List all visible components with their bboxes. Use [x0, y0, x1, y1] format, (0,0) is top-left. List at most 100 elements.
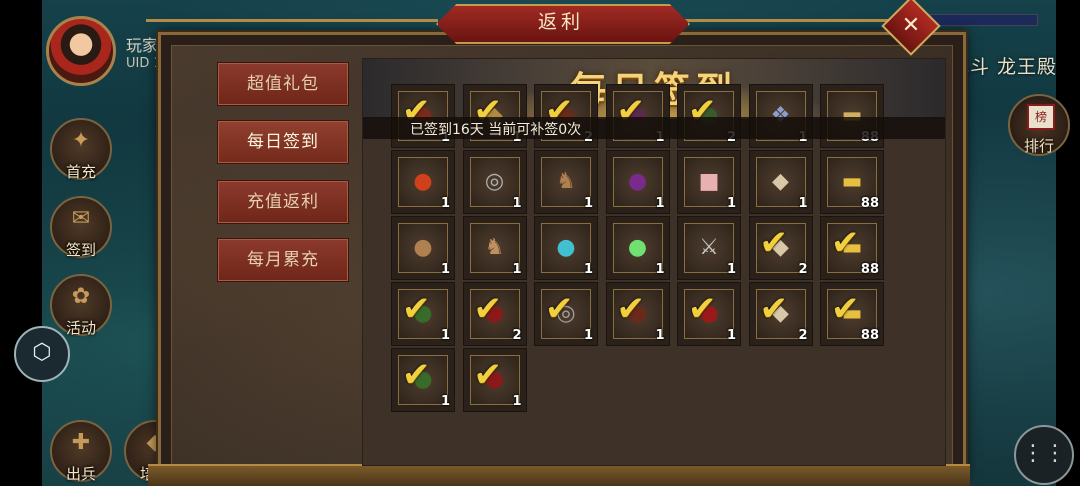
reward-cell[interactable]: ● 1	[605, 150, 670, 214]
reward-count: 1	[440, 394, 450, 409]
reward-cell[interactable]: ♞ 1	[534, 150, 598, 214]
player-uid: UID 1	[126, 56, 162, 71]
reward-cell[interactable]: ●✔1	[391, 348, 455, 412]
left-letterbox	[0, 0, 42, 486]
rank-label: 排行	[1023, 137, 1054, 155]
reward-count: 1	[512, 262, 522, 277]
claimed-check-icon: ✔	[402, 289, 431, 329]
reward-count: 1	[726, 196, 736, 211]
claimed-check-icon: ✔	[831, 289, 860, 329]
reward-count: 88	[860, 262, 879, 277]
reward-cell[interactable]: ●✔1	[462, 348, 527, 412]
reward-count: 1	[655, 196, 665, 211]
reward-cell[interactable]: ◎ ✔ 1	[534, 282, 598, 346]
first-charge-icon: ✦	[71, 128, 91, 153]
reward-cell[interactable]: ◆ ✔ 2	[748, 282, 813, 346]
reward-cell[interactable]: ●✔2	[462, 282, 527, 346]
activity-button[interactable]: ✿ 活动	[50, 274, 112, 337]
reward-count: 2	[798, 262, 808, 277]
reward-cell[interactable]: ◆ 1	[748, 150, 813, 214]
reward-item-icon: ⚔	[699, 235, 719, 260]
deploy-button[interactable]: ✚ 出兵	[50, 420, 112, 483]
title-divider-right	[684, 19, 894, 22]
right-letterbox	[1056, 0, 1080, 486]
player-avatar[interactable]	[46, 16, 116, 86]
claimed-check-icon: ✔	[759, 223, 789, 263]
sign-in-icon: ✉	[71, 206, 91, 231]
reward-count: 1	[512, 196, 522, 211]
dialog-bottom-trim	[148, 464, 970, 486]
tab-recharge-rebate[interactable]: 充值返利	[217, 180, 349, 224]
reward-cell[interactable]: ● 1	[391, 150, 455, 214]
claimed-check-icon: ✔	[545, 289, 574, 329]
title-divider-left	[146, 19, 438, 22]
menu-icon[interactable]: ⋮⋮	[1014, 425, 1074, 485]
reward-count: 1	[726, 262, 736, 277]
player-name: 玩家	[126, 36, 159, 55]
reward-item-icon: ●	[627, 235, 648, 260]
reward-count: 1	[440, 196, 450, 211]
reward-cell[interactable]: ♞ 1	[462, 216, 527, 280]
player-info[interactable]: 玩家 UID 1	[46, 16, 176, 86]
location-text: 乱斗 龙王殿	[950, 56, 1058, 78]
deploy-icon: ✚	[71, 430, 91, 455]
sign-in-status: 已签到16天 当前可补签0次	[410, 122, 582, 138]
reward-count: 1	[798, 196, 808, 211]
reward-cell[interactable]: ◆ ✔ 2	[748, 216, 813, 280]
reward-cell[interactable]: ● 1	[605, 216, 670, 280]
reward-cell[interactable]: ■ 1	[677, 150, 741, 214]
claimed-check-icon: ✔	[831, 223, 860, 263]
reward-count: 1	[512, 394, 522, 409]
dialog-title: 返利	[537, 11, 584, 33]
reward-cell[interactable]: ▬88	[820, 150, 884, 214]
reward-item-icon: ■	[698, 169, 720, 194]
reward-cell[interactable]: ●✔1	[677, 282, 741, 346]
rank-button[interactable]: 榜 排行	[1008, 94, 1070, 156]
reward-count: 1	[583, 328, 593, 343]
tab-value-pack[interactable]: 超值礼包	[217, 62, 349, 106]
reward-count: 1	[726, 328, 736, 343]
reward-cell[interactable]: ● 1	[391, 216, 455, 280]
reward-cell[interactable]: ◎ 1	[462, 150, 527, 214]
reward-count: 2	[798, 328, 808, 343]
first-charge-label: 首充	[65, 163, 96, 181]
first-charge-button[interactable]: ✦ 首充	[50, 118, 112, 181]
reward-count: 1	[655, 262, 665, 277]
reward-item-icon: ♞	[484, 235, 505, 260]
claimed-check-icon: ✔	[473, 355, 503, 395]
reward-count: 1	[583, 262, 593, 277]
sign-in-label: 签到	[65, 241, 96, 259]
deploy-label: 出兵	[65, 465, 96, 483]
tab-daily-sign-in[interactable]: 每日签到	[217, 120, 349, 164]
reward-count: 1	[655, 328, 665, 343]
sign-in-panel: 每日签到 ●✔1◆✔1●✔2●✔1●✔2❖1▬88●1◎1♞1●1■1◆1▬88…	[362, 58, 946, 466]
reward-count: 2	[512, 328, 522, 343]
reward-item-icon: ●	[413, 235, 433, 260]
claimed-check-icon: ✔	[402, 355, 431, 395]
reward-item-icon: ●	[627, 169, 648, 194]
activity-icon: ✿	[71, 284, 91, 309]
reward-item-icon: ●	[413, 169, 433, 194]
tab-monthly-recharge[interactable]: 每月累充	[217, 238, 349, 282]
claimed-check-icon: ✔	[688, 289, 717, 329]
sign-in-button[interactable]: ✉ 签到	[50, 196, 112, 259]
reward-cell[interactable]: ▬ ✔ 88	[820, 282, 884, 346]
cube-icon[interactable]: ⬡	[14, 326, 70, 382]
claimed-check-icon: ✔	[759, 289, 789, 329]
reward-count: 1	[440, 328, 450, 343]
claimed-check-icon: ✔	[473, 289, 503, 329]
close-icon[interactable]: ✕	[890, 5, 932, 47]
reward-cell[interactable]: ▬ ✔ 88	[820, 216, 884, 280]
top-right-bar	[930, 14, 1038, 26]
reward-item-icon: ◎	[484, 169, 505, 194]
reward-item-icon: ●	[556, 235, 576, 260]
reward-cell[interactable]: ●✔1	[391, 282, 455, 346]
reward-item-icon: ◆	[772, 169, 789, 194]
reward-count: 1	[440, 262, 450, 277]
reward-count: 1	[583, 196, 593, 211]
reward-cell[interactable]: ⚔ 1	[677, 216, 741, 280]
claimed-check-icon: ✔	[616, 289, 646, 329]
reward-count: 88	[860, 328, 879, 343]
reward-cell[interactable]: ●✔1	[605, 282, 670, 346]
reward-cell[interactable]: ● 1	[534, 216, 598, 280]
